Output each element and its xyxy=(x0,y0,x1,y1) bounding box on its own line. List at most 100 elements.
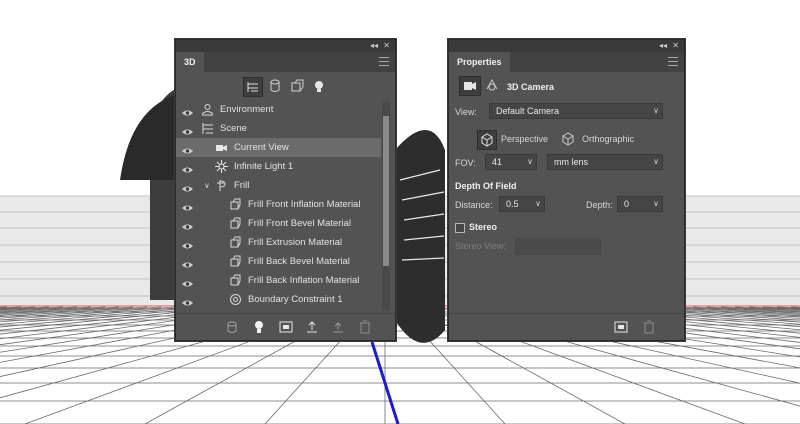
chevron-down-icon: ∨ xyxy=(653,199,659,208)
scene-tree-row[interactable]: Current View xyxy=(176,138,381,157)
light-filter-icon[interactable] xyxy=(312,79,326,93)
delete-icon[interactable] xyxy=(358,320,372,334)
scrollbar-thumb[interactable] xyxy=(383,116,389,266)
fov-label: FOV: xyxy=(455,158,476,168)
tab-properties[interactable]: Properties xyxy=(449,52,510,72)
distance-input[interactable]: 0.5 ∨ xyxy=(499,196,545,212)
lens-value: mm lens xyxy=(554,157,589,167)
eye-icon[interactable] xyxy=(182,295,193,306)
scene-tree-row[interactable]: Frill Front Bevel Material xyxy=(176,214,381,233)
distance-value: 0.5 xyxy=(506,199,519,209)
scene-tree-label: Frill Front Inflation Material xyxy=(248,199,361,210)
view-select[interactable]: Default Camera ∨ xyxy=(489,103,663,119)
scene-tree-row[interactable]: Scene xyxy=(176,119,381,138)
stereo-view-select xyxy=(515,238,601,255)
scene-icon xyxy=(201,122,214,135)
scene-tree-label: Scene xyxy=(220,123,247,134)
scene-tree-row[interactable]: Frill Extrusion Material xyxy=(176,233,381,252)
panel-menu-icon[interactable] xyxy=(668,57,678,66)
mesh-icon xyxy=(215,179,228,192)
render-icon[interactable] xyxy=(279,320,293,334)
view-select-value: Default Camera xyxy=(496,106,560,116)
fov-value: 41 xyxy=(492,157,503,167)
orthographic-icon[interactable] xyxy=(560,131,576,147)
close-icon[interactable]: ✕ xyxy=(672,41,679,51)
depth-label: Depth: xyxy=(586,200,613,210)
scene-tree-label: Frill Front Bevel Material xyxy=(248,218,351,229)
environment-icon xyxy=(201,103,214,116)
camera-type-icon xyxy=(459,76,481,96)
light-icon xyxy=(215,160,228,173)
scene-tree-label: Boundary Constraint 1 xyxy=(248,294,343,305)
scene-tree-row[interactable]: Frill Back Inflation Material xyxy=(176,271,381,290)
view-label: View: xyxy=(455,107,477,117)
material-filter-icon[interactable] xyxy=(290,79,304,93)
scene-tree-label: Current View xyxy=(234,142,289,153)
scene-tree-list: Environment Scene Current View Infinite Lig… xyxy=(176,100,381,310)
scene-tree-row[interactable]: Frill Front Inflation Material xyxy=(176,195,381,214)
scrollbar-track[interactable] xyxy=(382,102,390,310)
eye-icon[interactable] xyxy=(182,257,193,268)
eye-icon[interactable] xyxy=(182,200,193,211)
eye-icon[interactable] xyxy=(182,124,193,135)
export-icon[interactable] xyxy=(331,320,345,334)
panel-menu-icon[interactable] xyxy=(379,57,389,66)
constraint-icon xyxy=(229,293,242,306)
material-icon xyxy=(229,217,242,230)
material-icon xyxy=(229,198,242,211)
material-icon xyxy=(229,255,242,268)
render-icon[interactable] xyxy=(614,320,628,334)
3d-panel-bottom-toolbar xyxy=(176,313,395,340)
eye-icon[interactable] xyxy=(182,143,193,154)
material-icon xyxy=(229,274,242,287)
stereo-checkbox[interactable] xyxy=(455,223,465,233)
camera-icon xyxy=(215,141,228,154)
scene-tree-row[interactable]: Boundary Constraint 1 xyxy=(176,290,381,309)
filter-toolbar xyxy=(176,76,395,98)
properties-header-title: 3D Camera xyxy=(507,82,555,92)
scene-tree-row[interactable]: Environment xyxy=(176,100,381,119)
collapse-icon[interactable]: ◂◂ xyxy=(659,41,667,51)
tab-3d[interactable]: 3D xyxy=(176,52,204,72)
collapse-icon[interactable]: ◂◂ xyxy=(370,41,378,51)
properties-bottom-toolbar xyxy=(449,313,684,340)
mesh-add-icon[interactable] xyxy=(225,320,239,334)
scene-tree-label: Frill Back Bevel Material xyxy=(248,256,350,267)
chevron-down-icon: ∨ xyxy=(653,106,659,115)
distance-label: Distance: xyxy=(455,200,493,210)
3d-panel: ◂◂ ✕ 3D Environment Scene Current View Infi… xyxy=(175,39,396,341)
eye-icon[interactable] xyxy=(182,238,193,249)
panel-tab-bar: 3D xyxy=(176,52,395,72)
mesh-filter-icon[interactable] xyxy=(268,79,282,93)
scene-tree-label: Frill Extrusion Material xyxy=(248,237,342,248)
delete-icon[interactable] xyxy=(642,320,656,334)
fov-input[interactable]: 41 ∨ xyxy=(485,154,537,170)
chevron-down-icon: ∨ xyxy=(527,157,533,166)
stereo-view-label: Stereo View: xyxy=(455,241,506,251)
lens-select[interactable]: mm lens ∨ xyxy=(547,154,663,170)
scene-tree-label: Infinite Light 1 xyxy=(234,161,294,172)
perspective-icon[interactable] xyxy=(477,130,497,150)
panel-top-strip: ◂◂ ✕ xyxy=(449,40,684,52)
light-add-icon[interactable] xyxy=(252,320,266,334)
perspective-label[interactable]: Perspective xyxy=(501,134,548,144)
scene-tree-row[interactable]: Frill Back Bevel Material xyxy=(176,252,381,271)
scene-tree-row[interactable]: ∨ Frill xyxy=(176,176,381,195)
orthographic-label[interactable]: Orthographic xyxy=(582,134,634,144)
close-icon[interactable]: ✕ xyxy=(383,41,390,51)
chevron-down-icon[interactable]: ∨ xyxy=(204,176,210,195)
eye-icon[interactable] xyxy=(182,162,193,173)
stereo-label: Stereo xyxy=(469,222,498,232)
depth-input[interactable]: 0 ∨ xyxy=(617,196,663,212)
scene-tree-label: Environment xyxy=(220,104,274,115)
eye-icon[interactable] xyxy=(182,181,193,192)
eye-icon[interactable] xyxy=(182,276,193,287)
scene-filter-icon[interactable] xyxy=(243,77,263,97)
eye-icon[interactable] xyxy=(182,105,193,116)
eye-icon[interactable] xyxy=(182,219,193,230)
chevron-down-icon: ∨ xyxy=(535,199,541,208)
ground-icon[interactable] xyxy=(305,320,319,334)
camera-settings-icon[interactable] xyxy=(485,78,499,92)
scene-tree-row[interactable]: Infinite Light 1 xyxy=(176,157,381,176)
panel-tab-bar: Properties xyxy=(449,52,684,72)
